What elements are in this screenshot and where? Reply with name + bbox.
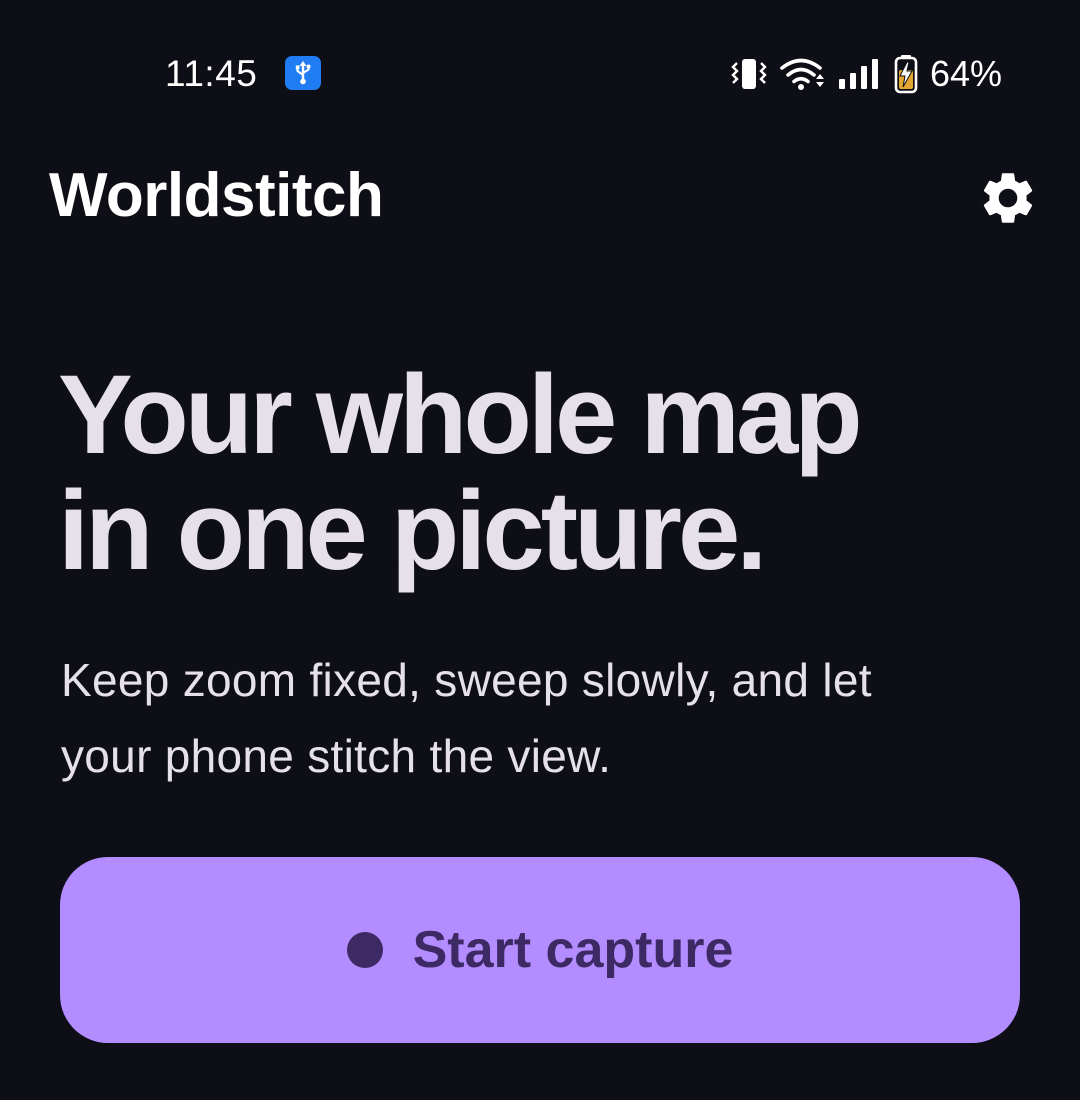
start-capture-button[interactable]: Start capture bbox=[60, 857, 1020, 1043]
vibrate-icon bbox=[731, 59, 767, 89]
status-time: 11:45 bbox=[165, 53, 258, 94]
battery-charging-icon bbox=[894, 55, 918, 94]
battery-percentage: 64% bbox=[929, 53, 1002, 94]
hero-subtitle: Keep zoom fixed, sweep slowly, and let y… bbox=[61, 642, 1021, 794]
hero-headline-line-1: Your whole map bbox=[58, 352, 863, 477]
start-capture-label: Start capture bbox=[412, 921, 734, 979]
settings-button[interactable] bbox=[970, 160, 1046, 236]
hero-subtitle-line-2: your phone stitch the view. bbox=[61, 730, 612, 782]
record-dot-icon bbox=[346, 932, 383, 968]
hero-headline-line-2: in one picture. bbox=[58, 468, 767, 593]
usb-icon bbox=[285, 56, 321, 90]
hero-headline: Your whole map in one picture. bbox=[58, 357, 1018, 589]
status-bar: 11:45 64% bbox=[0, 0, 1080, 150]
gear-icon bbox=[983, 173, 1033, 223]
wifi-icon bbox=[780, 58, 824, 90]
status-icons: 64% bbox=[730, 52, 1002, 96]
app-title: Worldstitch bbox=[49, 161, 384, 230]
hero-subtitle-line-1: Keep zoom fixed, sweep slowly, and let bbox=[61, 654, 872, 706]
signal-icon bbox=[838, 59, 878, 89]
